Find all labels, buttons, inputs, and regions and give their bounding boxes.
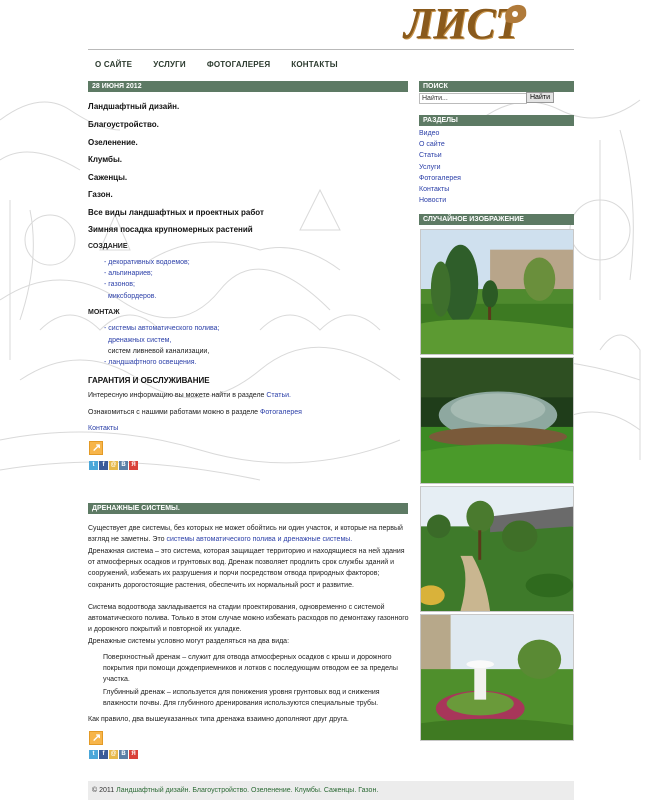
guarantee-title: ГАРАНТИЯ И ОБСЛУЖИВАНИЕ [88,376,210,385]
social-share-bar: t f @ B Я [89,461,138,470]
contacts-link[interactable]: Контакты [88,425,118,432]
mount-title: МОНТАЖ [88,309,120,316]
section-video[interactable]: Видео [419,128,461,139]
main-nav: О САЙТЕ УСЛУГИ ФОТОГАЛЕРЕЯ КОНТАКТЫ [95,60,359,69]
drainage-item-deep: Глубинный дренаж – используется для пони… [103,689,380,708]
footer: © 2011 Ландшафтный дизайн. Благоустройст… [88,781,574,800]
random-image-garden-path[interactable] [420,486,574,612]
header-divider [88,49,574,50]
mount-item-drainage[interactable]: дренажных систем, [108,337,171,344]
heading-all-works: Все виды ландшафтных и проектных работ [88,208,264,217]
nav-services[interactable]: УСЛУГИ [153,60,186,69]
works-text: Ознакомиться с нашими работами можно в р… [88,409,259,416]
search-title-bar: ПОИСК [419,81,574,92]
facebook-icon[interactable]: f [99,750,108,759]
yandex-icon[interactable]: Я [129,750,138,759]
create-title: СОЗДАНИЕ [88,243,128,250]
twitter-icon[interactable]: t [89,461,98,470]
section-about[interactable]: О сайте [419,139,461,150]
nav-contacts[interactable]: КОНТАКТЫ [291,60,337,69]
vkontakte-icon[interactable]: B [119,750,128,759]
heading-flowerbeds: Клумбы. [88,155,123,164]
vkontakte-icon[interactable]: B [119,461,128,470]
social-share-bar-2: t f @ B Я [89,750,138,759]
section-contacts[interactable]: Контакты [419,184,461,195]
drainage-title-bar: ДРЕНАЖНЫЕ СИСТЕМЫ. [88,503,408,514]
drainage-item-surface: Поверхностный дренаж – служит для отвода… [103,654,398,684]
twitter-icon[interactable]: t [89,750,98,759]
drainage-paragraph-1: Существует две системы, без которых не м… [88,523,410,545]
search-input[interactable] [419,93,527,104]
search-button[interactable]: Найти [526,92,554,103]
section-news[interactable]: Новости [419,195,461,206]
page: ЛИСТ О САЙТЕ УСЛУГИ ФОТОГАЛЕРЕЯ КОНТАКТЫ… [0,0,650,800]
create-item-rock-gardens[interactable]: - альпинариев; [104,270,153,277]
heading-seedlings: Саженцы. [88,173,128,182]
nav-gallery[interactable]: ФОТОГАЛЕРЕЯ [207,60,270,69]
drainage-paragraph-4: Дренажные системы условно могут разделят… [88,638,290,645]
section-gallery[interactable]: Фотогалерея [419,173,461,184]
random-image-garden-cypress[interactable] [420,229,574,355]
create-item-lawns[interactable]: - газонов; [104,281,135,288]
mount-item-storm-sewer: систем ливневой канализации, [108,348,210,355]
heading-winter-planting: Зимняя посадка крупномерных растений [88,225,253,234]
rss-icon-2[interactable]: ↗ [89,731,103,745]
heading-lawn: Газон. [88,190,113,199]
leaf-icon [505,4,527,24]
sections-list: Видео О сайте Статьи Услуги Фотогалерея … [419,128,461,206]
irrigation-drainage-link[interactable]: системы автоматического полива и дренажн… [166,536,352,543]
info-line: Интересную информацию вы можете найти в … [88,392,291,399]
drainage-paragraph-5: Как правило, два вышеуказанных типа дрен… [88,716,349,723]
section-services[interactable]: Услуги [419,162,461,173]
mount-item-irrigation[interactable]: - системы автоматического полива; [104,325,219,332]
mount-item-lighting[interactable]: - ландшафтного освещения. [104,359,197,366]
gallery-link[interactable]: Фотогалерея [260,409,302,416]
moimir-icon[interactable]: @ [109,750,118,759]
create-item-mixborders[interactable]: миксбордеров. [108,293,156,300]
nav-about[interactable]: О САЙТЕ [95,60,132,69]
random-image-fountain[interactable] [420,614,574,741]
footer-links[interactable]: Ландшафтный дизайн. Благоустройство. Озе… [116,787,378,794]
create-item-ponds[interactable]: - декоративных водоемов; [104,259,190,266]
footer-copyright: © 2011 [92,787,115,794]
heading-landscape-design: Ландшафтный дизайн. [88,102,180,111]
works-line: Ознакомиться с нашими работами можно в р… [88,409,302,416]
articles-link[interactable]: Статьи. [266,392,291,399]
heading-improvement: Благоустройство. [88,120,159,129]
moimir-icon[interactable]: @ [109,461,118,470]
yandex-icon[interactable]: Я [129,461,138,470]
section-articles[interactable]: Статьи [419,150,461,161]
site-logo[interactable]: ЛИСТ [404,0,534,48]
rss-icon[interactable]: ↗ [89,441,103,455]
sections-title-bar: РАЗДЕЛЫ [419,115,574,126]
facebook-icon[interactable]: f [99,461,108,470]
info-text: Интересную информацию вы можете найти в … [88,392,265,399]
random-image-juniper-bed[interactable] [420,357,574,484]
drainage-paragraph-3: Система водоотвода закладывается на стад… [88,604,409,634]
heading-greening: Озеленение. [88,138,138,147]
random-image-title-bar: СЛУЧАЙНОЕ ИЗОБРАЖЕНИЕ [419,214,574,225]
drainage-paragraph-2: Дренажная система – это система, которая… [88,548,405,589]
post-date-bar: 28 ИЮНЯ 2012 [88,81,408,92]
